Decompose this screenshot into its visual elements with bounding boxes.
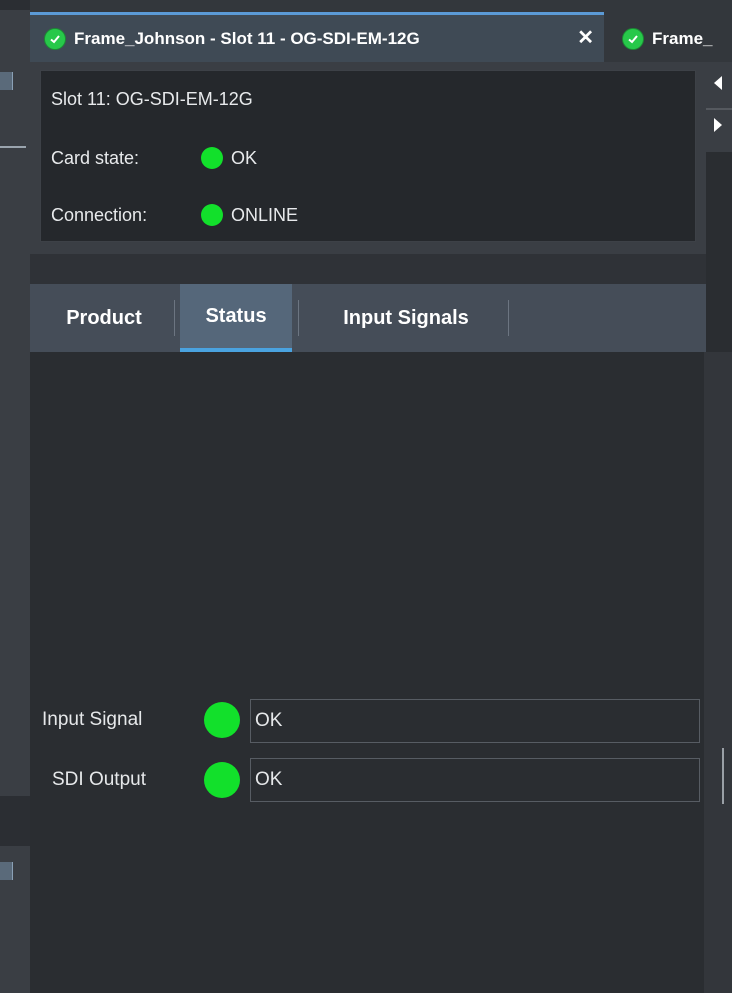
tab-status[interactable]: Status <box>180 284 292 352</box>
subtab-divider <box>298 300 299 336</box>
left-edge-segment <box>0 0 30 10</box>
tab-title: Frame_ <box>652 28 713 48</box>
input-signal-field: OK <box>250 699 700 743</box>
sdi-output-field: OK <box>250 758 700 802</box>
left-edge-button[interactable] <box>0 862 13 880</box>
tab-frame-johnson-slot-11[interactable]: Frame_Johnson - Slot 11 - OG-SDI-EM-12G … <box>30 12 604 62</box>
connection-label: Connection: <box>51 204 148 225</box>
status-led-icon <box>201 204 223 226</box>
status-led-icon <box>204 762 240 798</box>
tab-product[interactable]: Product <box>44 284 164 352</box>
card-info-panel: Slot 11: OG-SDI-EM-12G Card state: OK Co… <box>40 70 696 242</box>
sdi-output-label: SDI Output <box>52 769 146 790</box>
side-divider <box>706 108 732 110</box>
scrollbar-track[interactable] <box>704 352 732 993</box>
connection-value: ONLINE <box>231 204 299 225</box>
left-edge-segment <box>0 796 30 846</box>
close-icon[interactable]: ✕ <box>577 27 594 49</box>
tab-bar: Frame_Johnson - Slot 11 - OG-SDI-EM-12G … <box>30 0 732 62</box>
card-state-value: OK <box>231 147 258 168</box>
arrow-right-icon[interactable] <box>714 118 722 132</box>
tab-input-signals[interactable]: Input Signals <box>306 284 506 352</box>
subtab-bar: Product Status Input Signals <box>30 284 706 352</box>
card-state-row: Card state: OK <box>51 147 651 169</box>
arrow-left-icon[interactable] <box>714 76 722 90</box>
connection-row: Connection: ONLINE <box>51 204 651 226</box>
subtab-divider <box>508 300 509 336</box>
subtab-divider <box>174 300 175 336</box>
status-content: Input Signal OK SDI Output OK <box>30 352 704 993</box>
splitter-handle[interactable] <box>722 748 724 804</box>
check-circle-icon <box>44 27 66 50</box>
left-edge-divider <box>0 146 26 148</box>
left-edge-button[interactable] <box>0 72 13 90</box>
input-signal-label: Input Signal <box>42 709 143 730</box>
tab-frame-next[interactable]: Frame_ <box>610 12 732 62</box>
check-circle-icon <box>622 27 644 50</box>
card-state-label: Card state: <box>51 147 140 168</box>
header-spacer <box>30 254 706 284</box>
status-led-icon <box>201 147 223 169</box>
status-led-icon <box>204 702 240 738</box>
slot-title-row: Slot 11: OG-SDI-EM-12G <box>51 89 253 110</box>
tab-scroll-controls <box>706 62 732 152</box>
tab-title: Frame_Johnson - Slot 11 - OG-SDI-EM-12G <box>74 28 420 48</box>
left-edge-panel <box>0 0 30 993</box>
slot-title: Slot 11: OG-SDI-EM-12G <box>51 89 253 109</box>
